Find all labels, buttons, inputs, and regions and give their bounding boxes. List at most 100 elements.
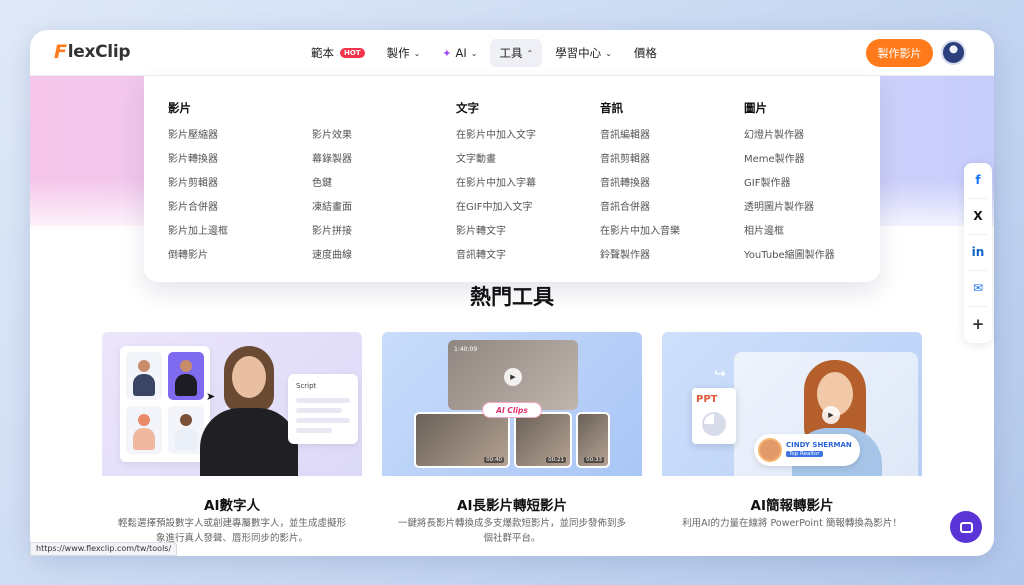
menu-item[interactable]: 鈴聲製作器 (600, 244, 680, 268)
menu-item[interactable]: 影片合併器 (168, 196, 228, 220)
email-icon[interactable]: ✉ (964, 273, 992, 303)
clip-duration: 00:40 (484, 457, 504, 463)
card-description: 利用AI的力量在線將 PowerPoint 簡報轉換為影片！ (682, 518, 902, 529)
menu-item[interactable]: 凍結畫面 (312, 196, 352, 220)
menu-item[interactable]: 在影片中加入文字 (456, 124, 536, 148)
section-title: 熱門工具 (470, 285, 554, 309)
menu-item[interactable]: 在影片中加入音樂 (600, 220, 680, 244)
menu-item[interactable]: 影片效果 (312, 124, 352, 148)
chevron-down-icon: ⌄ (470, 48, 478, 58)
link-status-bar: https://www.flexclip.com/tw/tools/ (30, 542, 178, 556)
menu-item[interactable]: YouTube縮圖製作器 (744, 244, 835, 268)
chevron-up-icon: ⌃ (526, 48, 534, 58)
clip-thumbnail: 00:40 (414, 412, 510, 468)
menu-item[interactable]: 影片壓縮器 (168, 124, 228, 148)
menu-item[interactable]: Meme製作器 (744, 148, 835, 172)
sparkle-icon: ✦ (442, 46, 452, 60)
chat-launcher-button[interactable] (950, 511, 982, 543)
chevron-down-icon: ⌄ (605, 48, 612, 58)
menu-item[interactable]: 幻燈片製作器 (744, 124, 835, 148)
menu-item[interactable]: 速度曲線 (312, 244, 352, 268)
tag-role: Top Realtor (786, 451, 823, 457)
facebook-icon[interactable]: f (964, 165, 992, 195)
menu-item[interactable]: 幕錄製器 (312, 148, 352, 172)
menu-item[interactable]: 倒轉影片 (168, 244, 228, 268)
menu-item[interactable]: 影片加上邊框 (168, 220, 228, 244)
menu-item[interactable]: 色鍵 (312, 172, 352, 196)
nav-templates[interactable]: 範本 HOT (302, 39, 374, 67)
menu-item[interactable]: 影片轉換器 (168, 148, 228, 172)
clip-duration: 00:33 (584, 457, 604, 463)
col-title: 影片 (168, 101, 191, 115)
linkedin-icon[interactable]: in (964, 237, 992, 267)
menu-item[interactable]: GIF製作器 (744, 172, 835, 196)
col-title: 音訊 (600, 101, 623, 115)
menu-item[interactable]: 音訊合併器 (600, 196, 680, 220)
nav-tools-label: 工具 (499, 46, 523, 60)
script-panel: Script (288, 374, 358, 444)
col-title: 圖片 (744, 101, 767, 115)
card-title[interactable]: AI數字人 (102, 494, 362, 514)
tool-card-ppt-to-video[interactable]: ▶ ↪ PPT CINDY SHERMAN Top Realtor AI簡報轉影… (662, 332, 922, 556)
ai-clips-badge: AI Clips (482, 402, 542, 418)
chevron-down-icon: ⌄ (413, 48, 421, 58)
nav-pricing[interactable]: 價格 (625, 39, 666, 67)
nav-ai[interactable]: ✦ AI ⌄ (433, 39, 486, 67)
chat-icon (959, 521, 973, 533)
menu-item[interactable]: 透明圖片製作器 (744, 196, 835, 220)
arrow-icon: ↪ (714, 366, 726, 382)
menu-item[interactable]: 在影片中加入字幕 (456, 172, 536, 196)
logo-mark: F (54, 41, 67, 63)
menu-item[interactable]: 影片轉文字 (456, 220, 536, 244)
play-icon: ▶ (822, 406, 840, 424)
nav-create[interactable]: 製作 ⌄ (378, 39, 430, 67)
video-duration: 1:40:09 (454, 346, 478, 353)
card-thumbnail[interactable]: ➤ Script (102, 332, 362, 476)
play-icon: ▶ (504, 368, 522, 386)
card-description: 一鍵將長影片轉換成多支爆款短影片，並同步發佈到多個社群平台。 (397, 518, 626, 544)
cursor-icon: ➤ (206, 390, 216, 403)
menu-item[interactable]: 相片邊框 (744, 220, 835, 244)
nav-learning[interactable]: 學習中心 ⌄ (546, 39, 621, 67)
menu-item[interactable]: 音訊轉換器 (600, 172, 680, 196)
ppt-file-icon: PPT (692, 388, 736, 444)
flexclip-logo[interactable]: F lexClip (54, 41, 131, 63)
card-thumbnail[interactable]: ▶ ↪ PPT CINDY SHERMAN Top Realtor (662, 332, 922, 476)
tool-card-ai-avatar[interactable]: ➤ Script AI數字人 輕鬆選擇預設數字人或創建專屬數字人，並生成虛擬形象… (102, 332, 362, 556)
avatar-option (126, 352, 162, 400)
dropdown-col-text: 文字 在影片中加入文字 文字動畫 在影片中加入字幕 在GIF中加入文字 影片轉文… (456, 100, 536, 268)
col-title: 文字 (456, 101, 479, 115)
hot-badge: HOT (340, 48, 365, 58)
nav-tools[interactable]: 工具 ⌃ (490, 39, 543, 67)
dropdown-col-image: 圖片 幻燈片製作器 Meme製作器 GIF製作器 透明圖片製作器 相片邊框 Yo… (744, 100, 835, 268)
clip-thumbnail: 00:33 (576, 412, 610, 468)
menu-item[interactable]: 在GIF中加入文字 (456, 196, 536, 220)
browser-page: F lexClip 範本 HOT 製作 ⌄ ✦ AI ⌄ 工具 ⌃ 學習中心 ⌄… (30, 30, 994, 556)
tool-card-long-to-short[interactable]: 1:40:09 ▶ 00:40 00:21 00:33 AI Clips AI長… (382, 332, 642, 556)
share-sidebar: f X in ✉ + (964, 163, 992, 343)
tools-dropdown: 影片 影片壓縮器 影片轉換器 影片剪輯器 影片合併器 影片加上邊框 倒轉影片 影… (144, 76, 880, 282)
clip-duration: 00:21 (546, 457, 566, 463)
menu-item[interactable]: 音訊編輯器 (600, 124, 680, 148)
card-title[interactable]: AI長影片轉短影片 (382, 494, 642, 514)
card-title[interactable]: AI簡報轉影片 (662, 494, 922, 514)
card-thumbnail[interactable]: 1:40:09 ▶ 00:40 00:21 00:33 AI Clips (382, 332, 642, 476)
user-avatar[interactable] (941, 40, 966, 65)
ppt-label: PPT (696, 394, 718, 405)
more-share-icon[interactable]: + (964, 309, 992, 339)
menu-item[interactable]: 影片剪輯器 (168, 172, 228, 196)
menu-item[interactable]: 文字動畫 (456, 148, 536, 172)
nav-templates-label: 範本 (311, 46, 334, 60)
col-title (312, 100, 352, 124)
make-video-button[interactable]: 製作影片 (866, 39, 933, 67)
menu-item[interactable]: 影片拼接 (312, 220, 352, 244)
nav-ai-label: AI (455, 46, 467, 60)
main-nav: 範本 HOT 製作 ⌄ ✦ AI ⌄ 工具 ⌃ 學習中心 ⌄ 價格 (302, 39, 666, 67)
script-label: Script (296, 382, 317, 390)
x-twitter-icon[interactable]: X (964, 201, 992, 231)
clip-thumbnail: 00:21 (514, 412, 572, 468)
menu-item[interactable]: 音訊剪輯器 (600, 148, 680, 172)
dropdown-col-video-2: 影片效果 幕錄製器 色鍵 凍結畫面 影片拼接 速度曲線 (312, 100, 352, 268)
menu-item[interactable]: 音訊轉文字 (456, 244, 536, 268)
name-tag: CINDY SHERMAN Top Realtor (754, 434, 860, 466)
